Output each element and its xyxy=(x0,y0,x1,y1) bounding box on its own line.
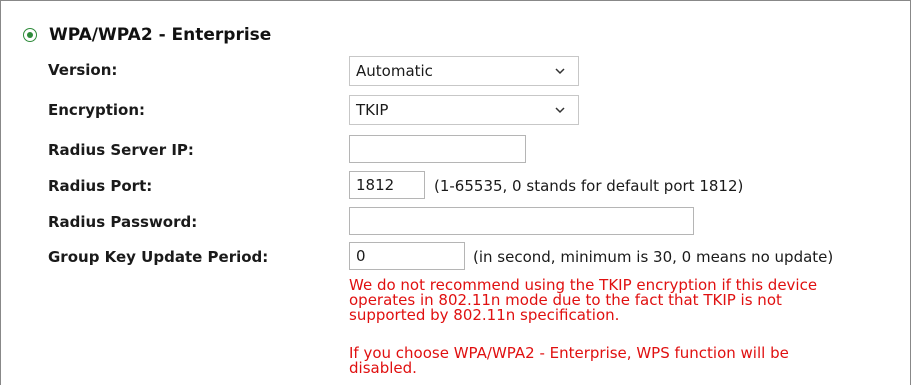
radio-selected-icon xyxy=(27,32,33,38)
group-key-update-period-label: Group Key Update Period: xyxy=(48,248,269,266)
section-header: WPA/WPA2 - Enterprise xyxy=(23,22,271,48)
group-key-update-period-input[interactable] xyxy=(349,242,465,270)
encryption-select-value: TKIP xyxy=(356,101,389,119)
radius-password-input[interactable] xyxy=(349,207,694,235)
version-label: Version: xyxy=(48,61,118,79)
chevron-down-icon xyxy=(555,107,565,114)
group-key-update-period-hint: (in second, minimum is 30, 0 means no up… xyxy=(473,248,834,266)
version-select[interactable]: Automatic xyxy=(349,56,579,86)
version-select-value: Automatic xyxy=(356,62,433,80)
radius-port-label: Radius Port: xyxy=(48,177,153,195)
tkip-warning-line: supported by 802.11n specification. xyxy=(349,306,620,324)
radius-port-input[interactable] xyxy=(349,171,425,199)
radius-server-ip-label: Radius Server IP: xyxy=(48,141,194,159)
radius-port-hint: (1-65535, 0 stands for default port 1812… xyxy=(434,177,744,195)
section-title: WPA/WPA2 - Enterprise xyxy=(49,25,272,45)
wps-warning: If you choose WPA/WPA2 - Enterprise, WPS… xyxy=(349,346,789,376)
tkip-warning: We do not recommend using the TKIP encry… xyxy=(349,278,817,323)
encryption-select[interactable]: TKIP xyxy=(349,95,579,125)
chevron-down-icon xyxy=(555,68,565,75)
wps-warning-line: disabled. xyxy=(349,359,417,377)
radius-server-ip-input[interactable] xyxy=(349,135,526,163)
wpa-enterprise-panel: WPA/WPA2 - Enterprise Version: Automatic… xyxy=(0,0,911,385)
radius-password-label: Radius Password: xyxy=(48,213,198,231)
wpa-enterprise-radio[interactable] xyxy=(23,28,37,42)
encryption-label: Encryption: xyxy=(48,101,146,119)
